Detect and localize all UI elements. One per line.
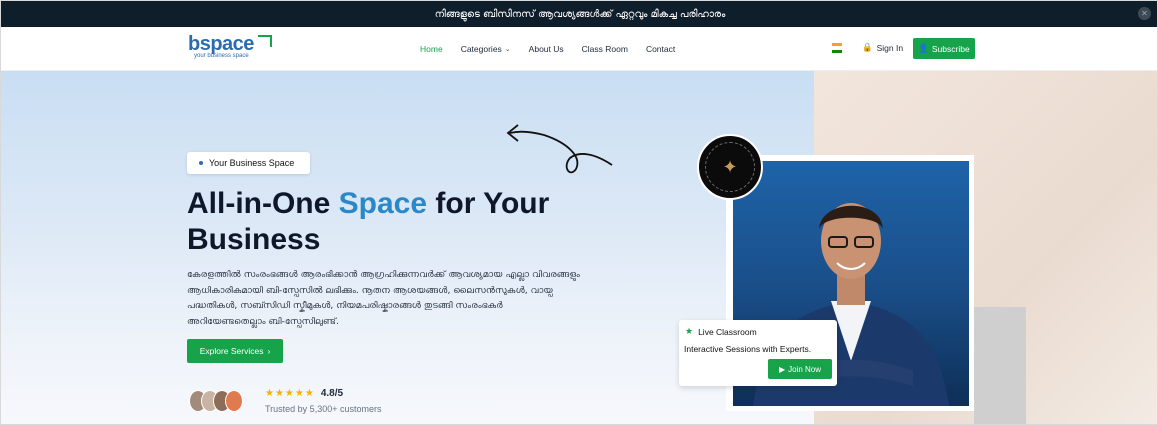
lock-icon: 🔒 <box>862 42 873 52</box>
subscribe-button[interactable]: 👤 Subscribe <box>913 38 975 59</box>
hero-gray-block <box>974 307 1026 424</box>
announcement-text: നിങ്ങളുടെ ബിസിനസ് ആവശ്യങ്ങൾക്ക് ഏറ്റവും … <box>434 8 726 20</box>
live-classroom-card: ★ Live Classroom Interactive Sessions wi… <box>679 320 837 386</box>
join-now-button[interactable]: ▶ Join Now <box>768 359 832 379</box>
hero-tag-pill: Your Business Space <box>187 152 310 174</box>
india-flag-icon[interactable] <box>832 43 842 53</box>
nav-item-categories[interactable]: Categories ⌄ <box>461 44 511 54</box>
live-classroom-title: ★ Live Classroom <box>685 326 757 337</box>
star-icon: ★ <box>685 326 694 336</box>
explore-services-button[interactable]: Explore Services › <box>187 339 283 363</box>
badge-ring <box>705 142 755 192</box>
rating: ★★★★★ 4.8/5 <box>265 388 343 399</box>
logo-tagline: your business space <box>194 53 249 59</box>
main-nav: Home Categories ⌄ About Us Class Room Con… <box>420 27 675 71</box>
nav-item-classroom[interactable]: Class Room <box>582 44 628 54</box>
page: നിങ്ങളുടെ ബിസിനസ് ആവശ്യങ്ങൾക്ക് ഏറ്റവും … <box>0 0 1158 425</box>
rating-score: 4.8/5 <box>320 388 344 399</box>
navbar: bspace your business space Home Categori… <box>1 27 1157 71</box>
video-icon: ▶ <box>778 364 786 374</box>
hero-section: Your Business Space All-in-One Space for… <box>1 71 1157 424</box>
chevron-down-icon: ⌄ <box>504 46 511 53</box>
signin-link[interactable]: 🔒 Sign In <box>862 42 903 53</box>
certified-badge: ✦ <box>697 134 763 200</box>
hero-headline: All-in-One Space for Your Business <box>187 187 550 256</box>
hero-description: കേരളത്തിൽ സംരംഭങ്ങൾ ആരംഭിക്കാൻ ആഗ്രഹിക്ക… <box>187 269 580 327</box>
user-plus-icon: 👤 <box>918 43 929 53</box>
dot-icon <box>199 161 203 165</box>
star-rating-icon: ★★★★★ <box>265 388 315 399</box>
chevron-right-icon: › <box>267 346 271 356</box>
logo[interactable]: bspace your business space <box>188 33 272 59</box>
close-icon[interactable]: ✕ <box>1138 7 1151 20</box>
nav-item-contact[interactable]: Contact <box>646 44 675 54</box>
announcement-bar: നിങ്ങളുടെ ബിസിനസ് ആവശ്യങ്ങൾക്ക് ഏറ്റവും … <box>1 1 1157 27</box>
customer-avatars <box>189 390 243 412</box>
nav-item-about[interactable]: About Us <box>529 44 564 54</box>
nav-item-home[interactable]: Home <box>420 44 443 54</box>
trusted-text: Trusted by 5,300+ customers <box>265 404 382 414</box>
arrow-doodle-icon <box>506 124 613 174</box>
avatar <box>225 390 243 412</box>
logo-mark-icon <box>258 35 272 47</box>
live-classroom-subtitle: Interactive Sessions with Experts. <box>684 344 812 354</box>
